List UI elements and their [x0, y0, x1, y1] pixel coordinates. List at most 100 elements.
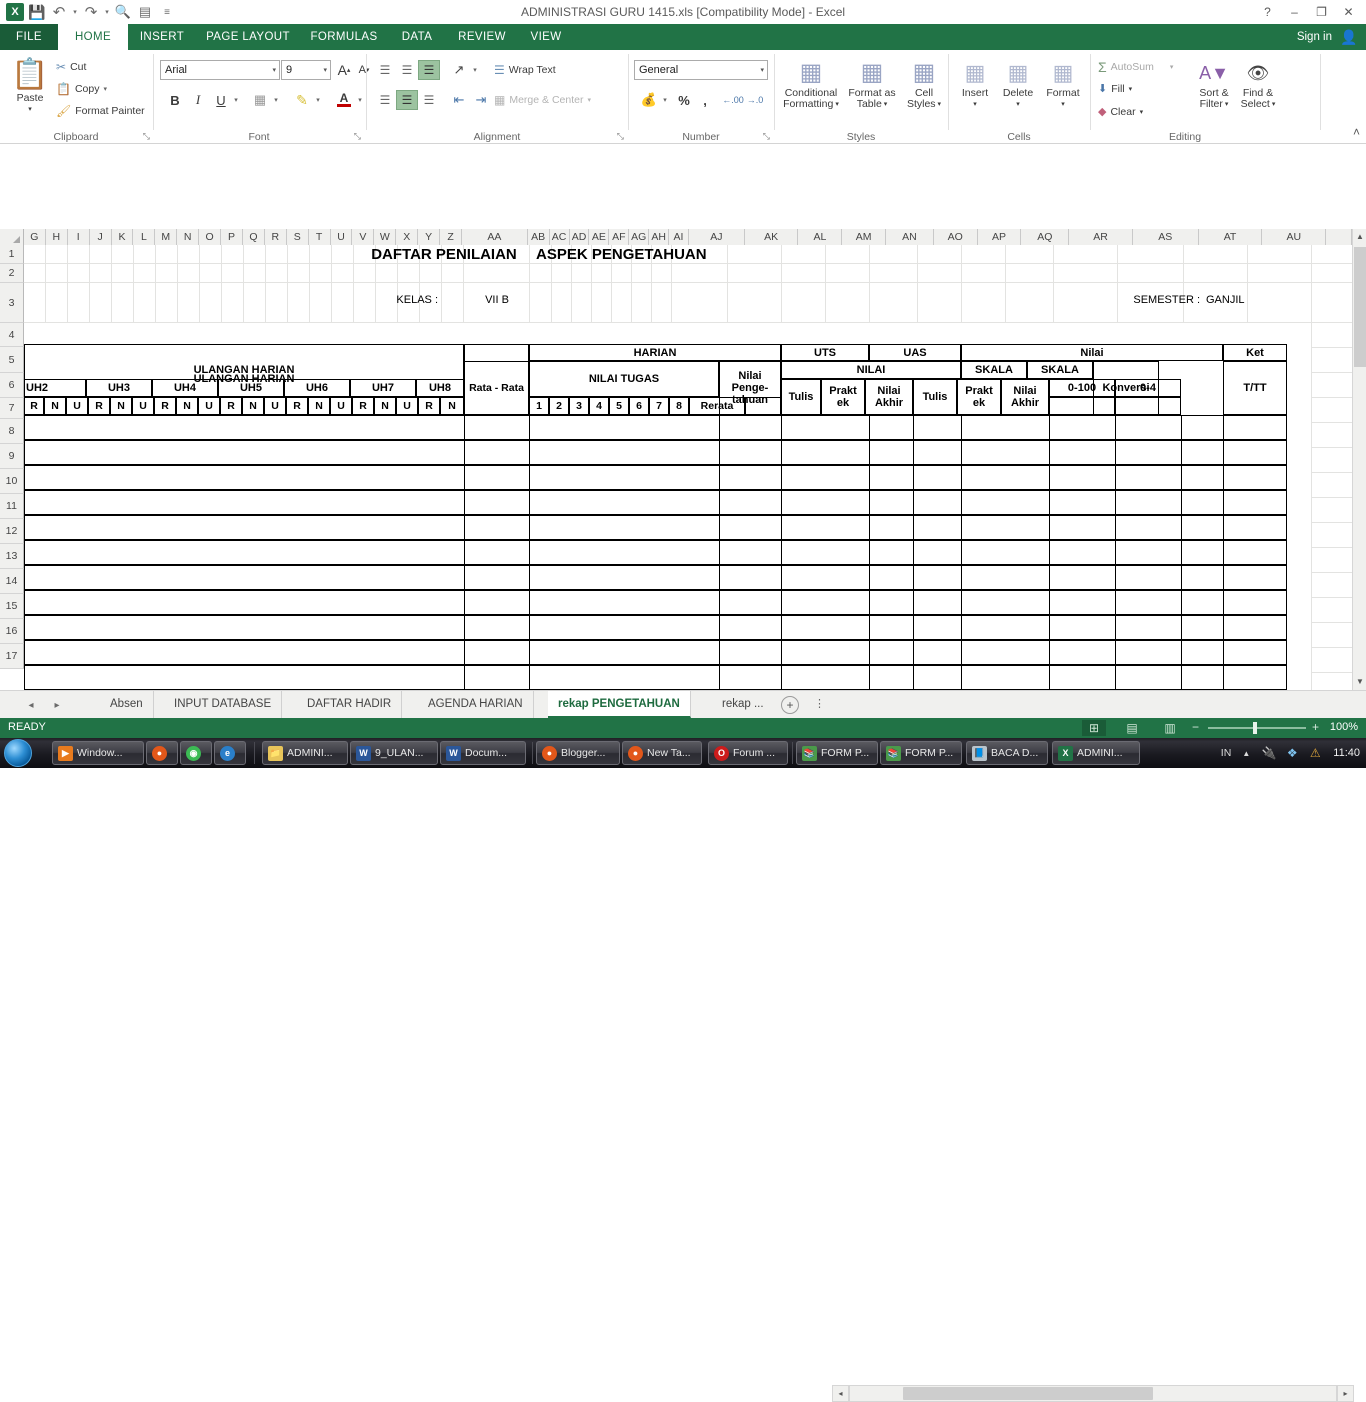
- taskbar-button-excel-admini[interactable]: X ADMINI...: [1052, 741, 1140, 765]
- format-cells-arrow[interactable]: ▾: [1061, 99, 1065, 110]
- header-rnu-1[interactable]: R: [24, 397, 44, 415]
- sheet-tab-daftar-hadir[interactable]: DAFTAR HADIR: [297, 691, 403, 718]
- col-header-AP[interactable]: AP: [977, 229, 1022, 245]
- merge-dropdown-arrow[interactable]: ▾: [587, 96, 591, 104]
- col-header-T[interactable]: T: [308, 229, 331, 245]
- format-as-table-button[interactable]: ▦ Format as Table ▾: [844, 58, 900, 110]
- header-rnu-10[interactable]: R: [220, 397, 242, 415]
- orientation-icon[interactable]: ↗: [448, 60, 470, 80]
- table-row[interactable]: [24, 565, 1287, 590]
- taskbar-button-blogger[interactable]: ● Blogger...: [536, 741, 620, 765]
- fill-color-icon[interactable]: ✎: [291, 90, 313, 110]
- delete-cells-button[interactable]: ▦ Delete ▾: [996, 58, 1040, 110]
- accounting-format-icon[interactable]: 💰: [638, 90, 660, 110]
- header-tugas-5[interactable]: 5: [609, 397, 629, 415]
- sheet-tab-input-database[interactable]: INPUT DATABASE: [164, 691, 283, 718]
- increase-decimal-icon[interactable]: ←.00: [722, 90, 744, 110]
- col-header-R[interactable]: R: [264, 229, 287, 245]
- find-select-button[interactable]: 👁 Find & Select ▾: [1236, 58, 1280, 110]
- taskbar-clock[interactable]: 11:40: [1333, 747, 1360, 759]
- fill-color-dropdown-arrow[interactable]: ▾: [313, 93, 323, 107]
- format-cells-button[interactable]: ▦ Format ▾: [1040, 58, 1086, 110]
- borders-icon[interactable]: ▦: [249, 90, 271, 110]
- table-row[interactable]: [24, 540, 1287, 565]
- header-uts-praktek[interactable]: Prakt ek: [821, 379, 865, 415]
- header-tugas-2[interactable]: 2: [549, 397, 569, 415]
- semester-value[interactable]: GANJIL: [1206, 287, 1268, 313]
- paste-button[interactable]: 📋 Paste ▾: [6, 58, 54, 115]
- comma-format-button[interactable]: ,: [696, 90, 714, 110]
- header-uh6[interactable]: UH6: [284, 379, 350, 397]
- header-uh2[interactable]: UH2: [24, 379, 86, 397]
- header-rnu-2[interactable]: N: [44, 397, 66, 415]
- delete-cells-arrow[interactable]: ▾: [1016, 99, 1020, 110]
- alignment-dialog-launcher[interactable]: ⤡: [617, 131, 624, 142]
- col-header-AQ[interactable]: AQ: [1021, 229, 1070, 245]
- sheet-tab-agenda-harian[interactable]: AGENDA HARIAN: [418, 691, 534, 718]
- vertical-scrollbar[interactable]: ▲ ▼: [1352, 229, 1366, 690]
- italic-button[interactable]: I: [188, 90, 208, 110]
- row-header-5[interactable]: 5: [0, 347, 24, 373]
- header-tugas-4[interactable]: 4: [589, 397, 609, 415]
- row-header-7[interactable]: 7: [0, 398, 24, 419]
- underline-dropdown-arrow[interactable]: ▾: [231, 93, 241, 107]
- col-header-AI[interactable]: AI: [669, 229, 689, 245]
- taskbar-button-new-tab[interactable]: ● New Ta...: [622, 741, 702, 765]
- header-uas-tulis[interactable]: Tulis: [913, 379, 957, 415]
- vertical-scroll-thumb[interactable]: [1354, 247, 1366, 367]
- sheet-tab-rekap-more[interactable]: rekap ...: [712, 691, 774, 718]
- restore-button[interactable]: ❐: [1308, 0, 1335, 24]
- col-header-N[interactable]: N: [177, 229, 200, 245]
- taskbar-button-form-p-2[interactable]: 📚 FORM P...: [880, 741, 962, 765]
- page-break-view-icon[interactable]: ▥: [1158, 720, 1182, 736]
- header-uh5[interactable]: UH5: [218, 379, 284, 397]
- quick-print-icon[interactable]: ▤: [134, 0, 156, 24]
- add-sheet-button[interactable]: +: [781, 696, 799, 714]
- col-header-AD[interactable]: AD: [569, 229, 590, 245]
- zoom-slider[interactable]: [1208, 727, 1306, 729]
- redo-icon[interactable]: ↷: [80, 0, 102, 24]
- align-top-icon[interactable]: ☰: [374, 60, 396, 80]
- row-header-3[interactable]: 3: [0, 283, 24, 323]
- header-skala100-blank[interactable]: [1049, 397, 1115, 415]
- copy-button[interactable]: 📋 Copy ▾: [56, 82, 107, 96]
- autosum-arrow[interactable]: ▾: [1170, 63, 1174, 71]
- number-format-dropdown-arrow[interactable]: ▾: [760, 66, 764, 74]
- normal-view-icon[interactable]: ⊞: [1082, 720, 1106, 736]
- taskbar-button-baca-d[interactable]: 📘 BACA D...: [966, 741, 1048, 765]
- format-as-table-arrow[interactable]: ▾: [884, 99, 888, 110]
- scroll-down-arrow[interactable]: ▼: [1353, 674, 1366, 690]
- header-rnu-17[interactable]: N: [374, 397, 396, 415]
- fill-button[interactable]: ⬇ Fill ▾: [1098, 82, 1132, 96]
- col-header-O[interactable]: O: [199, 229, 222, 245]
- font-name-dropdown-arrow[interactable]: ▾: [272, 66, 276, 74]
- hscroll-left-arrow[interactable]: ◂: [832, 1385, 849, 1402]
- header-rnu-14[interactable]: N: [308, 397, 330, 415]
- header-skala-range-100[interactable]: 0-100: [1049, 379, 1115, 397]
- table-row[interactable]: [24, 665, 1287, 690]
- header-uh8[interactable]: UH8: [416, 379, 464, 397]
- merge-center-button[interactable]: ▦ Merge & Center ▾: [494, 93, 591, 107]
- start-button[interactable]: [4, 739, 32, 767]
- header-uts[interactable]: UTS: [781, 344, 869, 361]
- col-header-AA[interactable]: AA: [462, 229, 528, 245]
- col-header-AS[interactable]: AS: [1132, 229, 1199, 245]
- clear-arrow[interactable]: ▾: [1140, 108, 1144, 116]
- col-header-AR[interactable]: AR: [1069, 229, 1133, 245]
- sort-filter-arrow[interactable]: ▾: [1225, 99, 1229, 110]
- find-select-arrow[interactable]: ▾: [1272, 99, 1276, 110]
- sign-in-button[interactable]: Sign in: [1297, 24, 1332, 50]
- header-rnu-11[interactable]: N: [242, 397, 264, 415]
- number-dialog-launcher[interactable]: ⤡: [763, 131, 770, 142]
- action-center-icon[interactable]: ⚠: [1307, 745, 1323, 761]
- excel-app-icon[interactable]: X: [4, 0, 26, 24]
- col-header-Y[interactable]: Y: [418, 229, 441, 245]
- wrap-text-button[interactable]: ☰ Wrap Text: [494, 63, 556, 77]
- row-header-8[interactable]: 8: [0, 419, 24, 444]
- autosum-button[interactable]: Σ AutoSum ▾: [1098, 59, 1173, 75]
- network-icon[interactable]: ❖: [1284, 745, 1300, 761]
- table-row[interactable]: [24, 515, 1287, 540]
- table-row[interactable]: [24, 415, 1287, 440]
- tab-formulas[interactable]: FORMULAS: [300, 24, 388, 50]
- paste-dropdown-arrow[interactable]: ▾: [28, 104, 32, 115]
